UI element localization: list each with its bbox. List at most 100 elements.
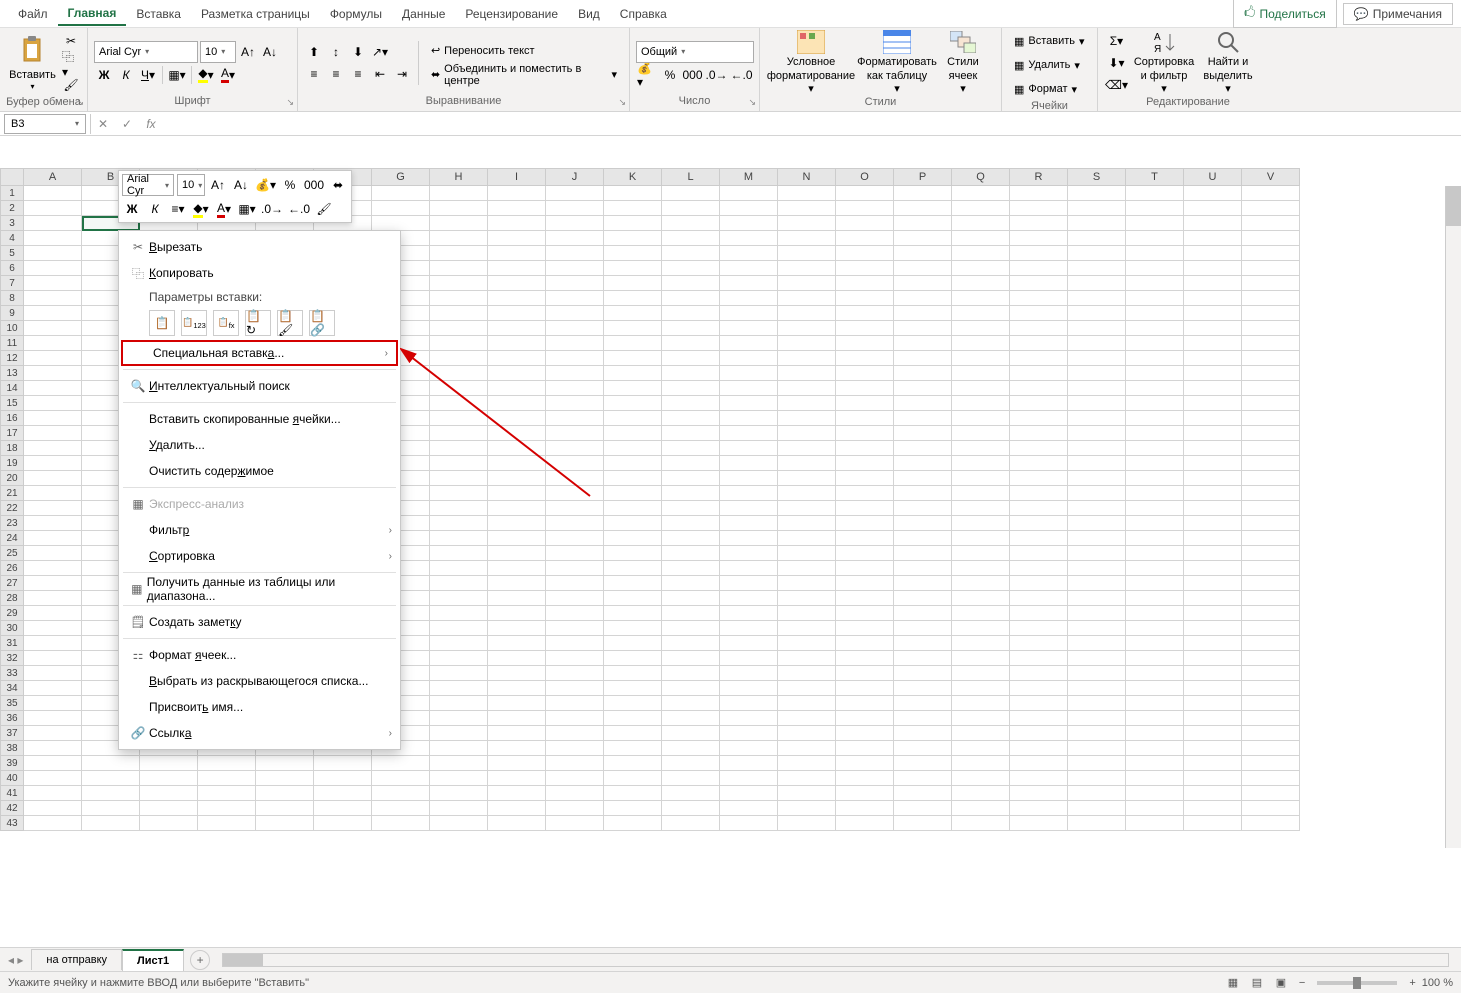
cell[interactable] — [836, 291, 894, 306]
decrease-font-button[interactable]: A↓ — [260, 42, 280, 62]
paste-formatting[interactable]: 📋🖌 — [277, 310, 303, 336]
cell[interactable] — [604, 456, 662, 471]
cell[interactable] — [1068, 396, 1126, 411]
cell[interactable] — [488, 606, 546, 621]
cell[interactable] — [894, 426, 952, 441]
cell[interactable] — [778, 486, 836, 501]
row-header[interactable]: 20 — [0, 471, 24, 486]
cell[interactable] — [662, 306, 720, 321]
cell[interactable] — [952, 321, 1010, 336]
cell[interactable] — [430, 396, 488, 411]
cell[interactable] — [1068, 456, 1126, 471]
cell[interactable] — [1184, 801, 1242, 816]
cell[interactable] — [1068, 546, 1126, 561]
cell[interactable] — [604, 201, 662, 216]
cell[interactable] — [894, 351, 952, 366]
cell[interactable] — [778, 561, 836, 576]
cell[interactable] — [1184, 561, 1242, 576]
cell[interactable] — [604, 231, 662, 246]
cell[interactable] — [1126, 696, 1184, 711]
cell[interactable] — [1242, 501, 1300, 516]
cell[interactable] — [662, 726, 720, 741]
cell[interactable] — [488, 396, 546, 411]
cell[interactable] — [604, 516, 662, 531]
cell[interactable] — [1010, 276, 1068, 291]
cell[interactable] — [1184, 546, 1242, 561]
cell[interactable] — [894, 246, 952, 261]
row-header[interactable]: 26 — [0, 561, 24, 576]
view-normal[interactable]: ▦ — [1221, 974, 1245, 992]
cell[interactable] — [24, 576, 82, 591]
cell[interactable] — [1068, 576, 1126, 591]
paste-formulas[interactable]: 📋fx — [213, 310, 239, 336]
cell[interactable] — [1126, 681, 1184, 696]
cell[interactable] — [488, 441, 546, 456]
cell[interactable] — [1068, 786, 1126, 801]
cell[interactable] — [372, 771, 430, 786]
cell[interactable] — [720, 471, 778, 486]
cell[interactable] — [24, 636, 82, 651]
cell[interactable] — [894, 411, 952, 426]
cell[interactable] — [662, 231, 720, 246]
cell[interactable] — [24, 186, 82, 201]
row-header[interactable]: 23 — [0, 516, 24, 531]
align-middle-button[interactable]: ↕ — [326, 42, 346, 62]
cell[interactable] — [952, 216, 1010, 231]
row-header[interactable]: 13 — [0, 366, 24, 381]
cell[interactable] — [372, 816, 430, 831]
cell[interactable] — [836, 381, 894, 396]
row-header[interactable]: 31 — [0, 636, 24, 651]
cell[interactable] — [1010, 291, 1068, 306]
cell[interactable] — [488, 621, 546, 636]
cell[interactable] — [836, 651, 894, 666]
cell[interactable] — [24, 786, 82, 801]
cell[interactable] — [604, 561, 662, 576]
cell[interactable] — [1126, 801, 1184, 816]
cell[interactable] — [372, 216, 430, 231]
ctx-define-name[interactable]: Присвоить имя... — [119, 694, 400, 720]
cell[interactable] — [778, 291, 836, 306]
cell[interactable] — [24, 651, 82, 666]
cell[interactable] — [1010, 591, 1068, 606]
cell[interactable] — [1184, 726, 1242, 741]
cell[interactable] — [720, 801, 778, 816]
cell[interactable] — [1068, 351, 1126, 366]
cell[interactable] — [720, 756, 778, 771]
cell[interactable] — [488, 306, 546, 321]
cell[interactable] — [1068, 321, 1126, 336]
cell[interactable] — [720, 351, 778, 366]
cell[interactable] — [1010, 696, 1068, 711]
cell[interactable] — [1242, 201, 1300, 216]
cell[interactable] — [488, 741, 546, 756]
cell[interactable] — [372, 186, 430, 201]
cell[interactable] — [720, 771, 778, 786]
row-header[interactable]: 18 — [0, 441, 24, 456]
cell[interactable] — [1068, 411, 1126, 426]
cell[interactable] — [1242, 801, 1300, 816]
cell[interactable] — [1010, 786, 1068, 801]
col-header-S[interactable]: S — [1068, 168, 1126, 186]
cell[interactable] — [24, 411, 82, 426]
cell[interactable] — [894, 486, 952, 501]
cell[interactable] — [1068, 366, 1126, 381]
cell[interactable] — [778, 321, 836, 336]
mini-incdec[interactable]: .0→ — [260, 199, 284, 219]
cell[interactable] — [952, 471, 1010, 486]
paste-link[interactable]: 📋🔗 — [309, 310, 335, 336]
cell[interactable] — [1068, 216, 1126, 231]
cell[interactable] — [720, 816, 778, 831]
cell[interactable] — [546, 651, 604, 666]
cell[interactable] — [778, 336, 836, 351]
cell[interactable] — [1184, 456, 1242, 471]
ctx-smart-lookup[interactable]: 🔍Интеллектуальный поиск — [119, 373, 400, 399]
cell[interactable] — [720, 486, 778, 501]
zoom-level[interactable]: 100 % — [1422, 977, 1453, 989]
cell[interactable] — [546, 411, 604, 426]
cell[interactable] — [1010, 711, 1068, 726]
cell[interactable] — [546, 231, 604, 246]
font-size-combo[interactable]: 10 — [200, 41, 236, 63]
cell[interactable] — [82, 801, 140, 816]
cell[interactable] — [1068, 801, 1126, 816]
cell[interactable] — [836, 411, 894, 426]
cell[interactable] — [1242, 681, 1300, 696]
